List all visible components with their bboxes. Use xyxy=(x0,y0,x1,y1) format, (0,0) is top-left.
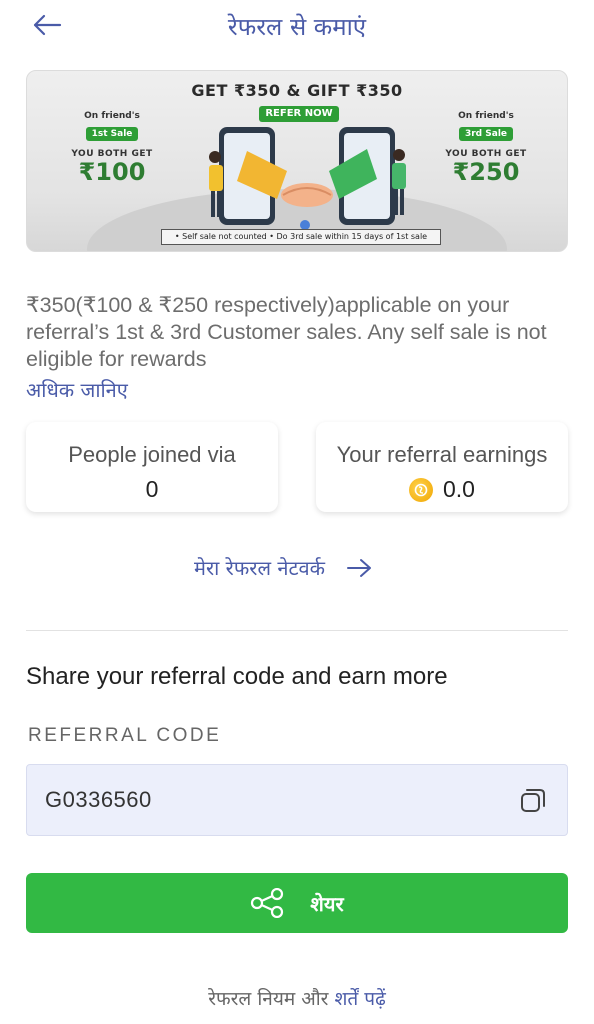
referral-banner[interactable]: GET ₹350 & GIFT ₹350 REFER NOW On friend… xyxy=(26,70,568,252)
referral-earnings-value: 0.0 xyxy=(316,476,568,503)
share-button-label: शेयर xyxy=(310,891,344,916)
handshake-phones-illustration xyxy=(209,127,406,230)
copy-code-button[interactable] xyxy=(517,785,549,817)
offer-trigger-text: On friend's xyxy=(84,111,140,121)
referral-code-field[interactable]: G0336560 xyxy=(26,764,568,836)
people-joined-value: 0 xyxy=(26,476,278,503)
coin-icon xyxy=(409,477,433,502)
terms-line: रेफरल नियम और शर्तें पढ़ें xyxy=(0,985,594,1011)
share-icon xyxy=(251,888,284,918)
terms-link[interactable]: शर्तें पढ़ें xyxy=(334,988,385,1010)
people-joined-count: 0 xyxy=(145,476,159,502)
refer-now-button[interactable]: REFER NOW xyxy=(259,106,339,122)
page-title: रेफरल से कमाएं xyxy=(227,13,367,41)
referral-earnings-card: Your referral earnings 0.0 xyxy=(316,422,568,512)
referral-code-value[interactable]: G0336560 xyxy=(45,787,152,813)
people-joined-card: People joined via 0 xyxy=(26,422,278,512)
my-referral-network-link[interactable]: मेरा रेफरल नेटवर्क xyxy=(194,554,373,581)
offer-trigger-text: On friend's xyxy=(458,111,514,121)
banner-headline: GET ₹350 & GIFT ₹350 xyxy=(191,81,403,100)
banner-first-sale-offer: On friend's 1st Sale YOU BOTH GET ₹100 xyxy=(57,111,167,185)
share-section-heading: Share your referral code and earn more xyxy=(26,663,448,690)
referral-earnings-amount: 0.0 xyxy=(443,476,475,502)
learn-more-link[interactable]: अधिक जानिए xyxy=(26,376,128,403)
referral-code-label: REFERRAL CODE xyxy=(28,725,222,746)
sale-badge: 3rd Sale xyxy=(458,127,514,141)
people-joined-label: People joined via xyxy=(68,442,236,467)
network-link-label: मेरा रेफरल नेटवर्क xyxy=(194,556,326,580)
arrow-right-icon xyxy=(347,558,372,577)
share-button[interactable]: शेयर xyxy=(26,873,568,933)
banner-third-sale-offer: On friend's 3rd Sale YOU BOTH GET ₹250 xyxy=(431,111,541,185)
referral-earnings-label: Your referral earnings xyxy=(336,442,548,467)
sale-badge: 1st Sale xyxy=(85,127,139,141)
banner-footnote: • Self sale not counted • Do 3rd sale wi… xyxy=(161,229,441,245)
copy-icon xyxy=(521,789,545,812)
offer-amount: ₹100 xyxy=(78,158,146,186)
terms-prefix: रेफरल नियम और xyxy=(208,988,335,1010)
referral-description: ₹350(₹100 & ₹250 respectively)applicable… xyxy=(26,293,547,371)
section-divider xyxy=(26,630,568,631)
app-header: रेफरल से कमाएं xyxy=(0,0,594,56)
offer-amount: ₹250 xyxy=(452,158,520,186)
